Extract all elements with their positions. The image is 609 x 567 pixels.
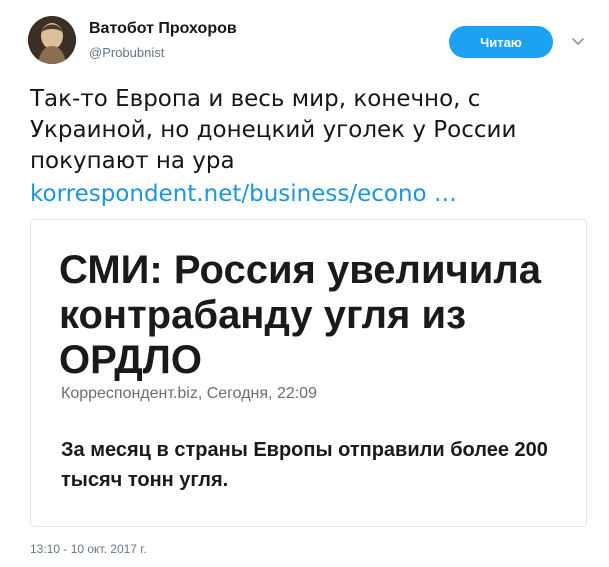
tweet-text: Так-то Европа и весь мир, конечно, с Укр…	[30, 86, 517, 174]
username[interactable]: @Probubnist	[89, 45, 164, 60]
follow-button[interactable]: Читаю	[449, 26, 553, 58]
tweet-timestamp[interactable]: 13:10 - 10 окт. 2017 г.	[30, 542, 147, 556]
tweet: Ватобот Прохоров @Probubnist Читаю Так-т…	[0, 0, 609, 567]
card-source-date: Корреспондент.biz, Сегодня, 22:09	[61, 385, 317, 402]
link-card[interactable]: СМИ: Россия увеличила контрабанду угля и…	[30, 219, 587, 527]
avatar[interactable]	[28, 16, 76, 64]
card-headline: СМИ: Россия увеличила контрабанду угля и…	[59, 248, 542, 382]
tweet-link[interactable]: korrespondent.net/business/econo …	[30, 179, 457, 210]
chevron-down-icon[interactable]	[570, 34, 586, 50]
display-name[interactable]: Ватобот Прохоров	[89, 20, 237, 38]
avatar-image	[28, 16, 76, 64]
card-lead: За месяц в страны Европы отправили более…	[61, 439, 548, 491]
